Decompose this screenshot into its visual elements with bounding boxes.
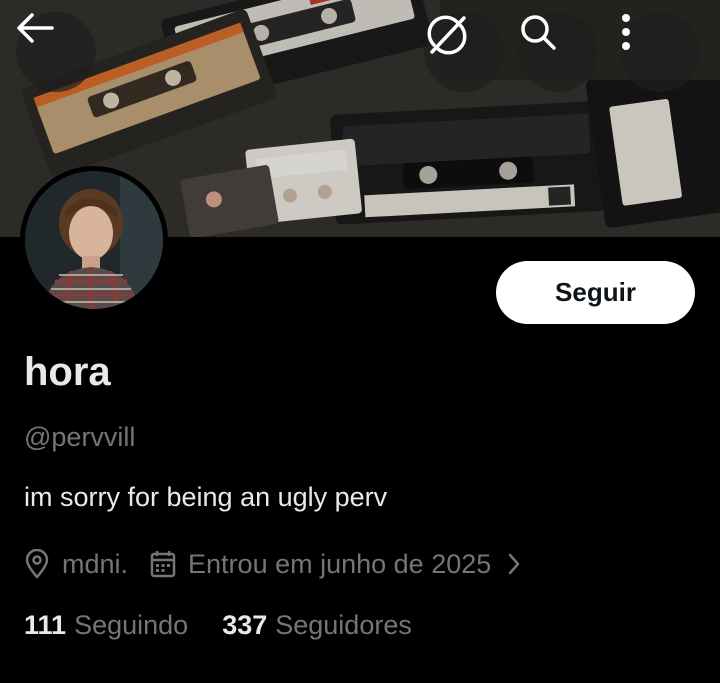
- more-options-button[interactable]: [620, 12, 700, 92]
- location-pin-icon: [24, 549, 50, 579]
- grok-button[interactable]: [424, 12, 504, 92]
- followers-label: Seguidores: [275, 610, 412, 640]
- following-label: Seguindo: [74, 610, 189, 640]
- follow-button[interactable]: Seguir: [496, 261, 695, 324]
- profile-meta: mdni. Entrou em junho de 2025: [24, 546, 521, 582]
- back-button[interactable]: [16, 12, 96, 92]
- profile-location: mdni.: [62, 548, 129, 579]
- calendar-icon: [150, 550, 176, 578]
- search-button[interactable]: [518, 12, 598, 92]
- more-vertical-icon: [622, 14, 630, 50]
- followers-link[interactable]: 337 Seguidores: [222, 610, 412, 641]
- followers-count: 337: [222, 610, 268, 640]
- profile-handle: @pervvill: [24, 422, 136, 452]
- profile-joined-date[interactable]: Entrou em junho de 2025: [188, 549, 491, 580]
- avatar-image: [25, 171, 163, 309]
- grok-slash-icon: [427, 15, 467, 55]
- chevron-right-icon[interactable]: [507, 552, 521, 576]
- profile-stats: 111 Seguindo 337 Seguidores: [24, 610, 412, 641]
- display-name: hora: [24, 350, 111, 394]
- following-count: 111: [24, 610, 67, 640]
- avatar[interactable]: [20, 166, 168, 314]
- following-link[interactable]: 111 Seguindo: [24, 610, 188, 641]
- arrow-left-icon: [17, 13, 54, 43]
- profile-bio: im sorry for being an ugly perv: [24, 482, 388, 512]
- search-icon: [521, 15, 556, 50]
